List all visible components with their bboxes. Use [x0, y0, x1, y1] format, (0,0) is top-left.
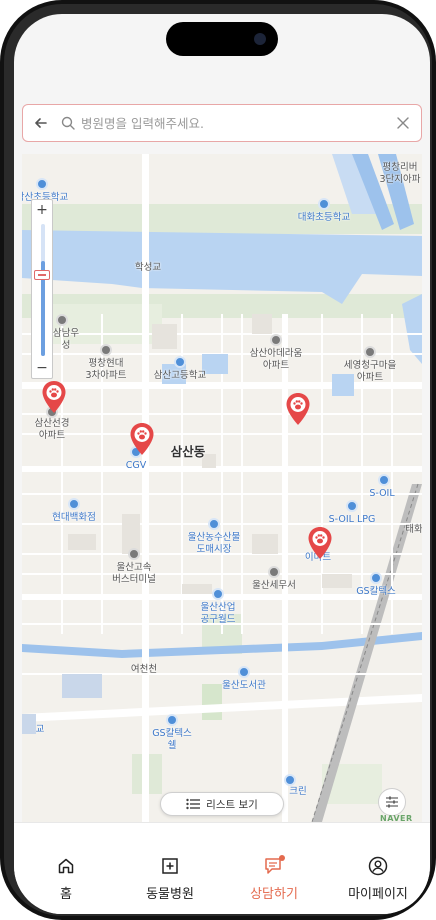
phone-bezel: 삼산초등학교 대화초등학교 평창리버 3단지아파 학성교 삼남우 성 평창현대 …: [4, 4, 432, 916]
place-label: S-OIL LPG: [328, 514, 376, 525]
tab-label: 동물병원: [146, 887, 194, 902]
hospital-marker[interactable]: [41, 380, 67, 414]
map-base-layer: [22, 154, 422, 822]
bus-terminal-poi-icon: [128, 548, 140, 560]
zoom-out-button[interactable]: −: [32, 358, 52, 378]
place-label: 현대백화점: [52, 512, 96, 523]
map-layer-button[interactable]: [378, 788, 406, 816]
place-label: 울산산업 공구월드: [200, 602, 236, 625]
tab-consult[interactable]: 상담하기: [222, 823, 326, 914]
naver-map-logo: NAVER: [380, 814, 413, 823]
clear-search-button[interactable]: [385, 105, 421, 141]
back-button[interactable]: [23, 105, 59, 141]
close-icon: [397, 117, 409, 129]
hospital-map[interactable]: 삼산초등학교 대화초등학교 평창리버 3단지아파 학성교 삼남우 성 평창현대 …: [22, 154, 422, 822]
store-poi-icon: [284, 774, 296, 786]
tab-label: 마이페이지: [348, 887, 408, 902]
place-label: 대화초등학교: [297, 212, 351, 223]
map-zoom-control: + −: [31, 199, 53, 379]
zoom-slider-handle[interactable]: [34, 270, 50, 280]
place-label: 울산고속 버스터미널: [112, 562, 156, 585]
place-label: GS칼텍스 쉘: [152, 728, 192, 751]
office-poi-icon: [268, 566, 280, 578]
hospital-search-bar: [22, 104, 422, 142]
gas-station-poi-icon: [378, 474, 390, 486]
hospital-marker[interactable]: [285, 392, 311, 426]
notification-dot: [279, 855, 285, 861]
place-label: CGV: [125, 460, 147, 471]
list-view-button[interactable]: 리스트 보기: [160, 792, 284, 816]
place-label: 크린: [289, 786, 307, 797]
user-icon: [367, 855, 389, 877]
layers-icon: [386, 796, 398, 808]
river-label: 여천천: [130, 664, 158, 675]
market-poi-icon: [208, 518, 220, 530]
place-label: 평창리버 3단지아파: [379, 162, 421, 185]
school-poi-icon: [318, 198, 330, 210]
tab-label: 상담하기: [250, 887, 298, 902]
place-label: 울산농수산물 도매시장: [187, 532, 241, 555]
district-label: 삼산동: [170, 444, 206, 459]
search-icon: [59, 114, 77, 132]
chat-icon: [263, 855, 285, 877]
place-label: 울산세무서: [252, 580, 296, 591]
library-poi-icon: [238, 666, 250, 678]
tab-label: 홈: [60, 887, 72, 902]
place-label: 태화: [405, 524, 422, 535]
apartment-poi-icon: [100, 344, 112, 356]
dynamic-island: [166, 22, 278, 56]
hospital-search-input[interactable]: [77, 106, 385, 140]
place-label: 세영청구마을 아파트: [343, 360, 397, 383]
phone-frame: 삼산초등학교 대화초등학교 평창리버 3단지아파 학성교 삼남우 성 평창현대 …: [0, 0, 436, 920]
tab-home[interactable]: 홈: [14, 823, 118, 914]
apartment-poi-icon: [270, 334, 282, 346]
zoom-in-button[interactable]: +: [32, 200, 52, 220]
tab-animal-hospital[interactable]: 동물병원: [118, 823, 222, 914]
apartment-poi-icon: [364, 346, 376, 358]
list-view-label: 리스트 보기: [206, 798, 258, 811]
place-label: S-OIL: [369, 488, 395, 499]
place-label: 교: [35, 724, 45, 735]
gas-station-poi-icon: [166, 714, 178, 726]
home-icon: [55, 855, 77, 877]
place-label: 평창현대 3차아파트: [85, 358, 127, 381]
gas-station-poi-icon: [346, 500, 358, 512]
place-label: 삼산고등학교: [153, 370, 207, 381]
back-arrow-icon: [35, 118, 47, 128]
bottom-tab-bar: 홈 동물병원 상담하기 마이페이지: [14, 822, 430, 914]
plus-square-icon: [159, 855, 181, 877]
place-label: 삼남우 성: [52, 328, 80, 351]
zoom-slider-track[interactable]: [41, 224, 45, 356]
place-label: 울산도서관: [222, 680, 266, 691]
store-poi-icon: [212, 588, 224, 600]
place-label: 삼산아데라움 아파트: [249, 348, 303, 371]
place-label: 학성교: [134, 262, 162, 273]
camera-icon: [254, 33, 266, 45]
gas-station-poi-icon: [370, 572, 382, 584]
store-poi-icon: [68, 498, 80, 510]
hospital-marker[interactable]: [129, 422, 155, 456]
app-screen: 삼산초등학교 대화초등학교 평창리버 3단지아파 학성교 삼남우 성 평창현대 …: [14, 14, 430, 914]
list-icon: [186, 798, 201, 810]
tab-my-page[interactable]: 마이페이지: [326, 823, 430, 914]
place-label: 삼산선경 아파트: [34, 418, 70, 441]
school-poi-icon: [36, 178, 48, 190]
school-poi-icon: [174, 356, 186, 368]
place-label: GS칼텍스: [356, 586, 396, 597]
hospital-marker[interactable]: [307, 526, 333, 560]
apartment-poi-icon: [56, 314, 68, 326]
